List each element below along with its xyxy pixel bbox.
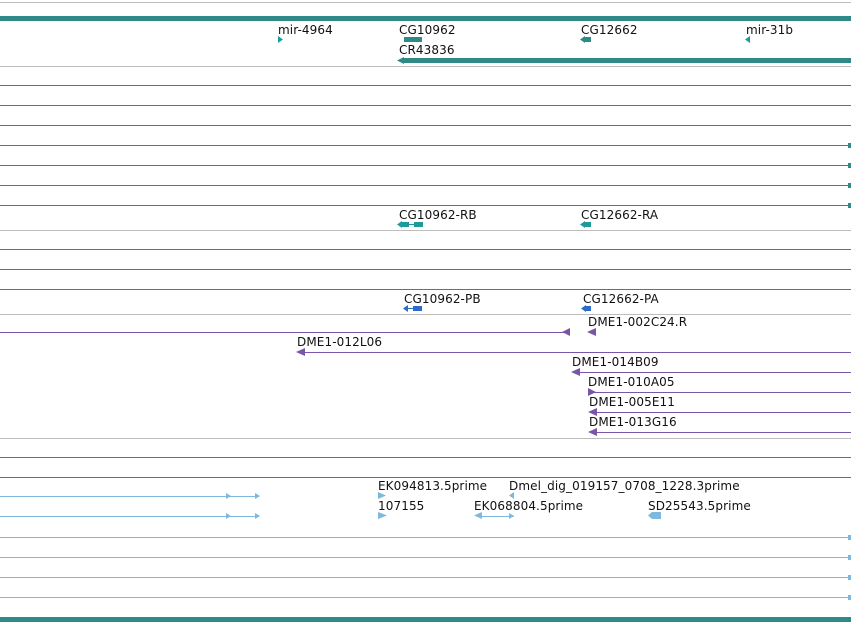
track-row-with-edge-feature	[0, 165, 851, 166]
est-empty-row	[0, 557, 851, 558]
track-divider	[0, 438, 851, 439]
est-span-left-2[interactable]	[0, 516, 259, 517]
cg10962-pb-segment[interactable]	[413, 306, 422, 311]
dme1-005e11-span[interactable]	[595, 412, 851, 413]
transcript-label-cg10962-rb[interactable]: CG10962-RB	[399, 209, 477, 222]
est-empty-row	[0, 577, 851, 578]
empty-track-row	[0, 269, 851, 270]
dme1-002c24-r-glyph[interactable]	[587, 328, 597, 337]
track-divider	[0, 66, 851, 67]
cg12662-pa-direction-arrow	[581, 305, 586, 312]
cg10962-gene-glyph[interactable]	[404, 37, 422, 42]
est-arrow	[255, 513, 260, 519]
dme1-014b09-span[interactable]	[578, 372, 851, 373]
clone-label-dme1-012l06[interactable]: DME1-012L06	[297, 336, 382, 349]
ek068804-5prime-arrow	[509, 513, 514, 519]
empty-track-row	[0, 249, 851, 250]
est-empty-row	[0, 597, 851, 598]
clone-span-left-arrow	[562, 328, 570, 336]
est-arrow	[226, 493, 231, 499]
cg12662-ra-direction-arrow	[580, 221, 585, 228]
clone-label-dme1-002c24-r[interactable]: DME1-002C24.R	[588, 316, 687, 329]
clone-label-dme1-013g16[interactable]: DME1-013G16	[589, 416, 677, 429]
empty-track-row	[0, 85, 851, 86]
top-scale-bar	[0, 16, 851, 21]
gene-label-mir-31b[interactable]: mir-31b	[746, 24, 793, 37]
track-row-with-edge-feature	[0, 145, 851, 146]
est-arrow	[226, 513, 231, 519]
gene-label-cg10962[interactable]: CG10962	[399, 24, 456, 37]
track-row-with-edge-feature	[0, 205, 851, 206]
clone-label-dme1-014b09[interactable]: DME1-014B09	[572, 356, 659, 369]
ek068804-5prime-arrow	[474, 512, 482, 519]
cg10962-rb-direction-arrow	[397, 221, 402, 228]
track-divider	[0, 314, 851, 315]
protein-label-cg10962-pb[interactable]: CG10962-PB	[404, 293, 481, 306]
empty-track-row	[0, 125, 851, 126]
empty-track-row	[0, 105, 851, 106]
mir-31b-gene-glyph[interactable]	[745, 36, 751, 44]
107155-glyph[interactable]	[378, 512, 388, 520]
dme1-010a05-span[interactable]	[594, 392, 851, 393]
protein-label-cg12662-pa[interactable]: CG12662-PA	[583, 293, 659, 306]
track-row-with-edge-feature	[0, 185, 851, 186]
dme1-013g16-span[interactable]	[595, 432, 851, 433]
cr43836-direction-arrow	[397, 57, 404, 64]
bottom-scale-bar	[0, 617, 851, 622]
mir-4964-gene-glyph[interactable]	[278, 36, 284, 44]
track-divider	[0, 230, 851, 231]
dme1-012l06-span[interactable]	[303, 352, 851, 353]
est-label-ek068804-5prime[interactable]: EK068804.5prime	[474, 500, 583, 513]
est-label-ek094813-5prime[interactable]: EK094813.5prime	[378, 480, 487, 493]
est-span-left-1[interactable]	[0, 496, 259, 497]
est-arrow	[255, 493, 260, 499]
est-empty-row	[0, 537, 851, 538]
gene-label-cg12662[interactable]: CG12662	[581, 24, 638, 37]
gene-label-cr43836[interactable]: CR43836	[399, 44, 455, 57]
cr43836-gene-glyph[interactable]	[403, 58, 851, 63]
clone-label-dme1-005e11[interactable]: DME1-005E11	[589, 396, 675, 409]
transcript-label-cg12662-ra[interactable]: CG12662-RA	[581, 209, 658, 222]
genome-browser-panel: mir-4964 CG10962 CR43836 CG12662 mir-31b…	[0, 0, 851, 622]
est-label-sd25543-5prime[interactable]: SD25543.5prime	[648, 500, 751, 513]
gene-label-mir-4964[interactable]: mir-4964	[278, 24, 333, 37]
est-label-dmel-dig-019157[interactable]: Dmel_dig_019157_0708_1228.3prime	[509, 480, 740, 493]
clone-span-left[interactable]	[0, 332, 568, 333]
empty-track-row	[0, 289, 851, 290]
empty-track-row	[0, 477, 851, 478]
empty-track-row	[0, 457, 851, 458]
cg10962-rb-exon[interactable]	[414, 222, 423, 227]
sd25543-5prime-glyph[interactable]	[648, 512, 662, 520]
cg12662-direction-arrow	[580, 36, 585, 43]
clone-label-dme1-010a05[interactable]: DME1-010A05	[588, 376, 675, 389]
cg10962-pb-direction-arrow	[403, 305, 408, 312]
track-divider	[0, 2, 851, 3]
